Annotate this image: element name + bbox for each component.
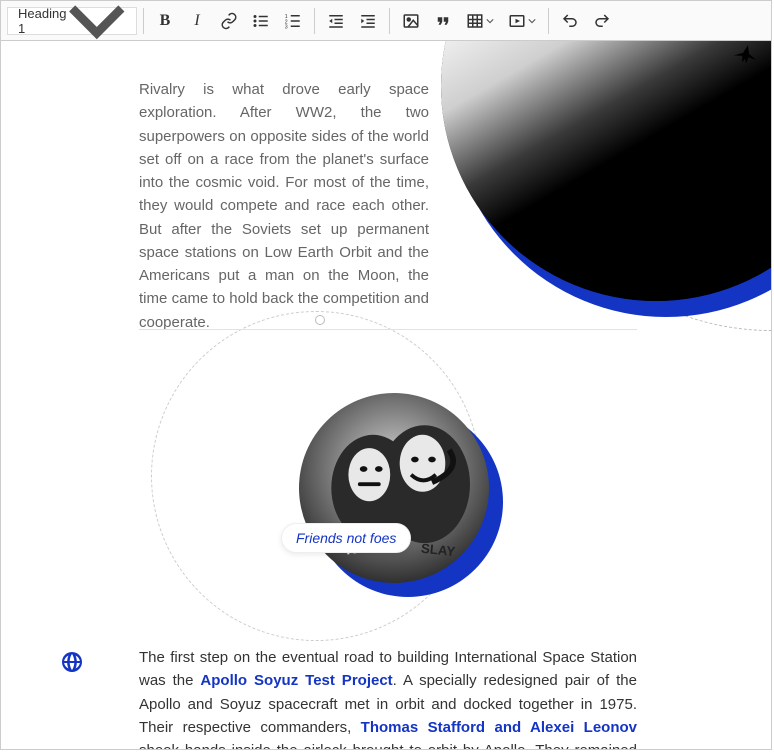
astronauts-photo[interactable]: NASA SLAY Friends not foes bbox=[299, 393, 489, 583]
image-icon bbox=[402, 12, 420, 30]
hero-space-image bbox=[441, 41, 771, 301]
table-icon bbox=[466, 12, 484, 30]
document-canvas[interactable]: Rivalry is what drove early space explor… bbox=[1, 41, 771, 749]
hero-disk bbox=[441, 41, 771, 301]
image-button[interactable] bbox=[396, 6, 426, 36]
text: shook hands inside the airlock brought t… bbox=[139, 742, 637, 749]
indent-icon bbox=[359, 12, 377, 30]
quote-icon bbox=[434, 12, 452, 30]
italic-icon: I bbox=[194, 12, 199, 30]
outdent-icon bbox=[327, 12, 345, 30]
redo-button[interactable] bbox=[587, 6, 617, 36]
shuttle-icon bbox=[733, 43, 759, 70]
globe-icon bbox=[60, 650, 84, 679]
link-icon bbox=[220, 12, 238, 30]
blockquote-button[interactable] bbox=[428, 6, 458, 36]
editor-toolbar: Heading 1 B I 123 bbox=[1, 1, 771, 41]
bulleted-list-button[interactable] bbox=[246, 6, 276, 36]
toolbar-separator bbox=[548, 8, 549, 34]
svg-text:3: 3 bbox=[285, 24, 288, 30]
redo-icon bbox=[593, 12, 611, 30]
indent-button[interactable] bbox=[353, 6, 383, 36]
chevron-down-icon bbox=[528, 17, 536, 25]
toolbar-separator bbox=[389, 8, 390, 34]
bold-icon: B bbox=[160, 12, 171, 30]
editor-frame: Heading 1 B I 123 bbox=[0, 0, 772, 750]
numbered-list-button[interactable]: 123 bbox=[278, 6, 308, 36]
intro-paragraph[interactable]: Rivalry is what drove early space explor… bbox=[139, 78, 429, 334]
table-button[interactable] bbox=[460, 6, 500, 36]
undo-icon bbox=[561, 12, 579, 30]
divider bbox=[139, 329, 637, 330]
undo-button[interactable] bbox=[555, 6, 585, 36]
media-button[interactable] bbox=[502, 6, 542, 36]
link-stafford-leonov[interactable]: Thomas Stafford and Alexei Leonov bbox=[361, 719, 637, 736]
bulleted-list-icon bbox=[252, 12, 270, 30]
chevron-down-icon bbox=[486, 17, 494, 25]
link-apollo-soyuz[interactable]: Apollo Soyuz Test Project bbox=[200, 672, 392, 689]
heading-dropdown[interactable]: Heading 1 bbox=[7, 7, 137, 35]
outdent-button[interactable] bbox=[321, 6, 351, 36]
photo-image: NASA SLAY bbox=[299, 393, 489, 583]
toolbar-separator bbox=[143, 8, 144, 34]
bold-button[interactable]: B bbox=[150, 6, 180, 36]
media-icon bbox=[508, 12, 526, 30]
photo-caption[interactable]: Friends not foes bbox=[281, 523, 411, 553]
italic-button[interactable]: I bbox=[182, 6, 212, 36]
toolbar-separator bbox=[314, 8, 315, 34]
link-button[interactable] bbox=[214, 6, 244, 36]
heading-label: Heading 1 bbox=[18, 6, 66, 36]
numbered-list-icon: 123 bbox=[284, 12, 302, 30]
body-paragraph[interactable]: The first step on the eventual road to b… bbox=[139, 646, 637, 749]
